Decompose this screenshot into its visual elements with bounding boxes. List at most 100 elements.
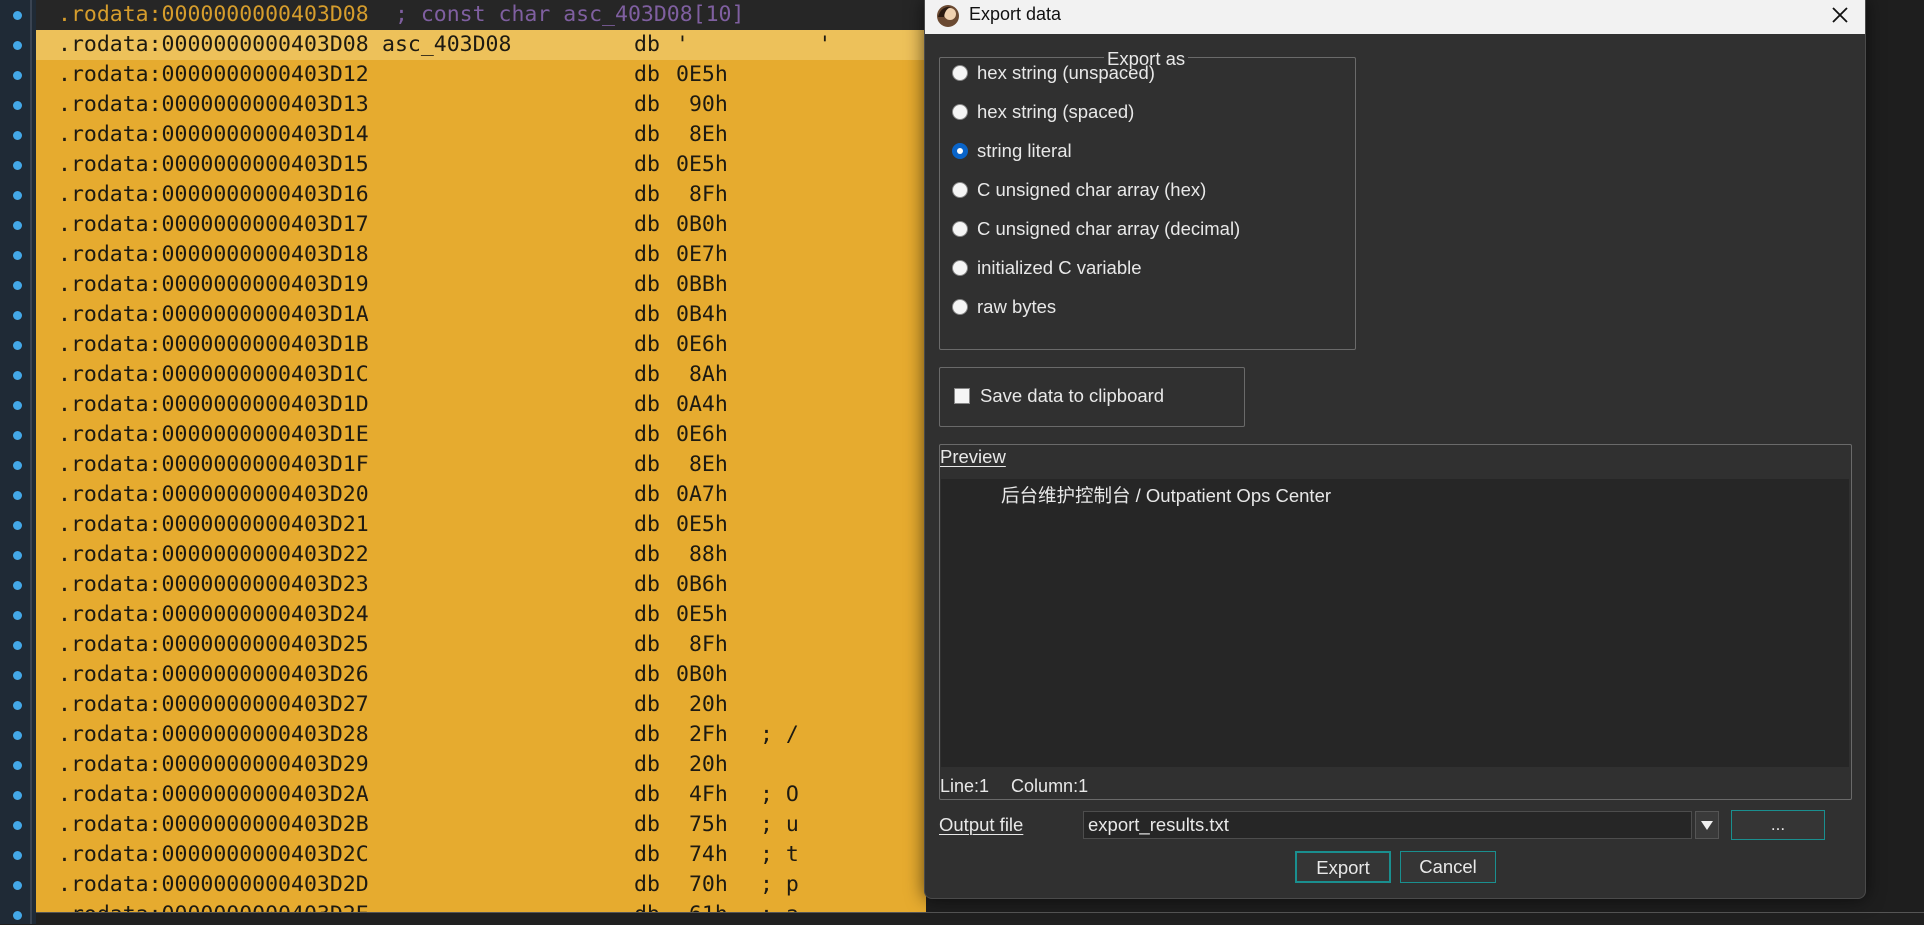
listing-row[interactable]: .rodata:0000000000403D21 db 0E5h bbox=[36, 510, 926, 540]
listing-row[interactable]: .rodata:0000000000403D18 db 0E7h bbox=[36, 240, 926, 270]
radio-unselected-icon[interactable] bbox=[952, 299, 968, 315]
row-directive: db bbox=[634, 272, 660, 297]
radio-unselected-icon[interactable] bbox=[952, 260, 968, 276]
row-operand: 8Ah bbox=[676, 362, 728, 387]
listing-row[interactable]: .rodata:0000000000403D26 db 0B0h bbox=[36, 660, 926, 690]
dialog-titlebar[interactable]: Export data bbox=[925, 0, 1865, 34]
cancel-button[interactable]: Cancel bbox=[1400, 851, 1496, 883]
breakpoint-dot-icon[interactable] bbox=[13, 191, 22, 200]
breakpoint-dot-icon[interactable] bbox=[13, 521, 22, 530]
listing-row[interactable]: .rodata:0000000000403D12 db 0E5h bbox=[36, 60, 926, 90]
row-directive: db bbox=[634, 302, 660, 327]
save-to-clipboard-label[interactable]: Save data to clipboard bbox=[980, 382, 1164, 410]
breakpoint-dot-icon[interactable] bbox=[13, 761, 22, 770]
output-file-input[interactable]: export_results.txt bbox=[1083, 811, 1692, 839]
listing-row[interactable]: .rodata:0000000000403D2B db 75h ; u bbox=[36, 810, 926, 840]
listing-row[interactable]: .rodata:0000000000403D29 db 20h bbox=[36, 750, 926, 780]
row-label: asc_403D08 bbox=[382, 32, 512, 57]
listing-row[interactable]: .rodata:0000000000403D24 db 0E5h bbox=[36, 600, 926, 630]
listing-row[interactable]: .rodata:0000000000403D08 asc_403D08 db ' ' bbox=[36, 30, 926, 60]
preview-text-area[interactable]: 后台维护控制台 / Outpatient Ops Center bbox=[941, 479, 1849, 767]
breakpoint-dot-icon[interactable] bbox=[13, 41, 22, 50]
radio-unselected-icon[interactable] bbox=[952, 221, 968, 237]
breakpoint-dot-icon[interactable] bbox=[13, 491, 22, 500]
breakpoint-dot-icon[interactable] bbox=[13, 911, 22, 920]
listing-row[interactable]: .rodata:0000000000403D2A db 4Fh ; O bbox=[36, 780, 926, 810]
breakpoint-dot-icon[interactable] bbox=[13, 131, 22, 140]
row-address: .rodata:0000000000403D1B bbox=[58, 332, 369, 357]
breakpoint-dot-icon[interactable] bbox=[13, 581, 22, 590]
breakpoint-dot-icon[interactable] bbox=[13, 11, 22, 20]
listing-row[interactable]: .rodata:0000000000403D28 db 2Fh ; / bbox=[36, 720, 926, 750]
breakpoint-dot-icon[interactable] bbox=[13, 401, 22, 410]
listing-row[interactable]: .rodata:0000000000403D20 db 0A7h bbox=[36, 480, 926, 510]
close-icon[interactable] bbox=[1827, 2, 1853, 28]
listing-row[interactable]: .rodata:0000000000403D14 db 8Eh bbox=[36, 120, 926, 150]
row-address: .rodata:0000000000403D13 bbox=[58, 92, 369, 117]
listing-row[interactable]: .rodata:0000000000403D13 db 90h bbox=[36, 90, 926, 120]
row-operand: 0A7h bbox=[676, 482, 728, 507]
listing-row[interactable]: .rodata:0000000000403D1E db 0E6h bbox=[36, 420, 926, 450]
radio-selected-icon[interactable] bbox=[952, 143, 968, 159]
row-directive: db bbox=[634, 392, 660, 417]
row-operand: 0B4h bbox=[676, 302, 728, 327]
browse-button[interactable]: ... bbox=[1731, 810, 1825, 840]
listing-row[interactable]: .rodata:0000000000403D1C db 8Ah bbox=[36, 360, 926, 390]
breakpoint-dot-icon[interactable] bbox=[13, 881, 22, 890]
output-file-dropdown-button[interactable] bbox=[1695, 811, 1719, 839]
bottom-scroll-strip[interactable] bbox=[36, 912, 1924, 925]
breakpoint-dot-icon[interactable] bbox=[13, 821, 22, 830]
row-operand: 8Eh bbox=[676, 122, 728, 147]
listing-header-row[interactable]: .rodata:0000000000403D08 ; const char as… bbox=[36, 0, 926, 30]
listing-row[interactable]: .rodata:0000000000403D15 db 0E5h bbox=[36, 150, 926, 180]
breakpoint-dot-icon[interactable] bbox=[13, 311, 22, 320]
breakpoint-dot-icon[interactable] bbox=[13, 461, 22, 470]
breakpoint-dot-icon[interactable] bbox=[13, 791, 22, 800]
breakpoint-dot-icon[interactable] bbox=[13, 851, 22, 860]
listing-row[interactable]: .rodata:0000000000403D17 db 0B0h bbox=[36, 210, 926, 240]
breakpoint-dot-icon[interactable] bbox=[13, 161, 22, 170]
row-operand: 0E6h bbox=[676, 422, 728, 447]
breakpoint-dot-icon[interactable] bbox=[13, 671, 22, 680]
radio-unselected-icon[interactable] bbox=[952, 65, 968, 81]
listing-row[interactable]: .rodata:0000000000403D1D db 0A4h bbox=[36, 390, 926, 420]
listing-row[interactable]: .rodata:0000000000403D16 db 8Fh bbox=[36, 180, 926, 210]
status-line: Line:1 bbox=[940, 776, 990, 796]
listing-row[interactable]: .rodata:0000000000403D2D db 70h ; p bbox=[36, 870, 926, 900]
breakpoint-dot-icon[interactable] bbox=[13, 611, 22, 620]
listing-row[interactable]: .rodata:0000000000403D22 db 88h bbox=[36, 540, 926, 570]
breakpoint-dot-icon[interactable] bbox=[13, 221, 22, 230]
preview-group: Preview 后台维护控制台 / Outpatient Ops Center … bbox=[939, 444, 1852, 800]
breakpoint-dot-icon[interactable] bbox=[13, 371, 22, 380]
export-format-label: C unsigned char array (decimal) bbox=[977, 218, 1241, 239]
breakpoint-dot-icon[interactable] bbox=[13, 281, 22, 290]
radio-unselected-icon[interactable] bbox=[952, 104, 968, 120]
listing-row[interactable]: .rodata:0000000000403D1A db 0B4h bbox=[36, 300, 926, 330]
listing-row[interactable]: .rodata:0000000000403D2C db 74h ; t bbox=[36, 840, 926, 870]
disassembly-listing[interactable]: .rodata:0000000000403D08 ; const char as… bbox=[36, 0, 926, 924]
row-address: .rodata:0000000000403D08 bbox=[58, 32, 369, 57]
listing-row[interactable]: .rodata:0000000000403D19 db 0BBh bbox=[36, 270, 926, 300]
listing-row[interactable]: .rodata:0000000000403D1F db 8Eh bbox=[36, 450, 926, 480]
radio-unselected-icon[interactable] bbox=[952, 182, 968, 198]
row-address: .rodata:0000000000403D15 bbox=[58, 152, 369, 177]
breakpoint-dot-icon[interactable] bbox=[13, 641, 22, 650]
row-operand: 0E6h bbox=[676, 332, 728, 357]
breakpoint-dot-icon[interactable] bbox=[13, 431, 22, 440]
row-operand: 8Eh bbox=[676, 452, 728, 477]
breakpoint-dot-icon[interactable] bbox=[13, 251, 22, 260]
breakpoint-dot-icon[interactable] bbox=[13, 701, 22, 710]
listing-row[interactable]: .rodata:0000000000403D25 db 8Fh bbox=[36, 630, 926, 660]
breakpoint-dot-icon[interactable] bbox=[13, 101, 22, 110]
listing-row[interactable]: .rodata:0000000000403D1B db 0E6h bbox=[36, 330, 926, 360]
breakpoint-dot-icon[interactable] bbox=[13, 551, 22, 560]
row-directive: db bbox=[634, 722, 660, 747]
breakpoint-dot-icon[interactable] bbox=[13, 341, 22, 350]
row-address: .rodata:0000000000403D2C bbox=[58, 842, 369, 867]
listing-row[interactable]: .rodata:0000000000403D23 db 0B6h bbox=[36, 570, 926, 600]
breakpoint-dot-icon[interactable] bbox=[13, 71, 22, 80]
export-button[interactable]: Export bbox=[1295, 851, 1391, 883]
breakpoint-dot-icon[interactable] bbox=[13, 731, 22, 740]
save-to-clipboard-checkbox[interactable] bbox=[954, 388, 970, 404]
listing-row[interactable]: .rodata:0000000000403D27 db 20h bbox=[36, 690, 926, 720]
